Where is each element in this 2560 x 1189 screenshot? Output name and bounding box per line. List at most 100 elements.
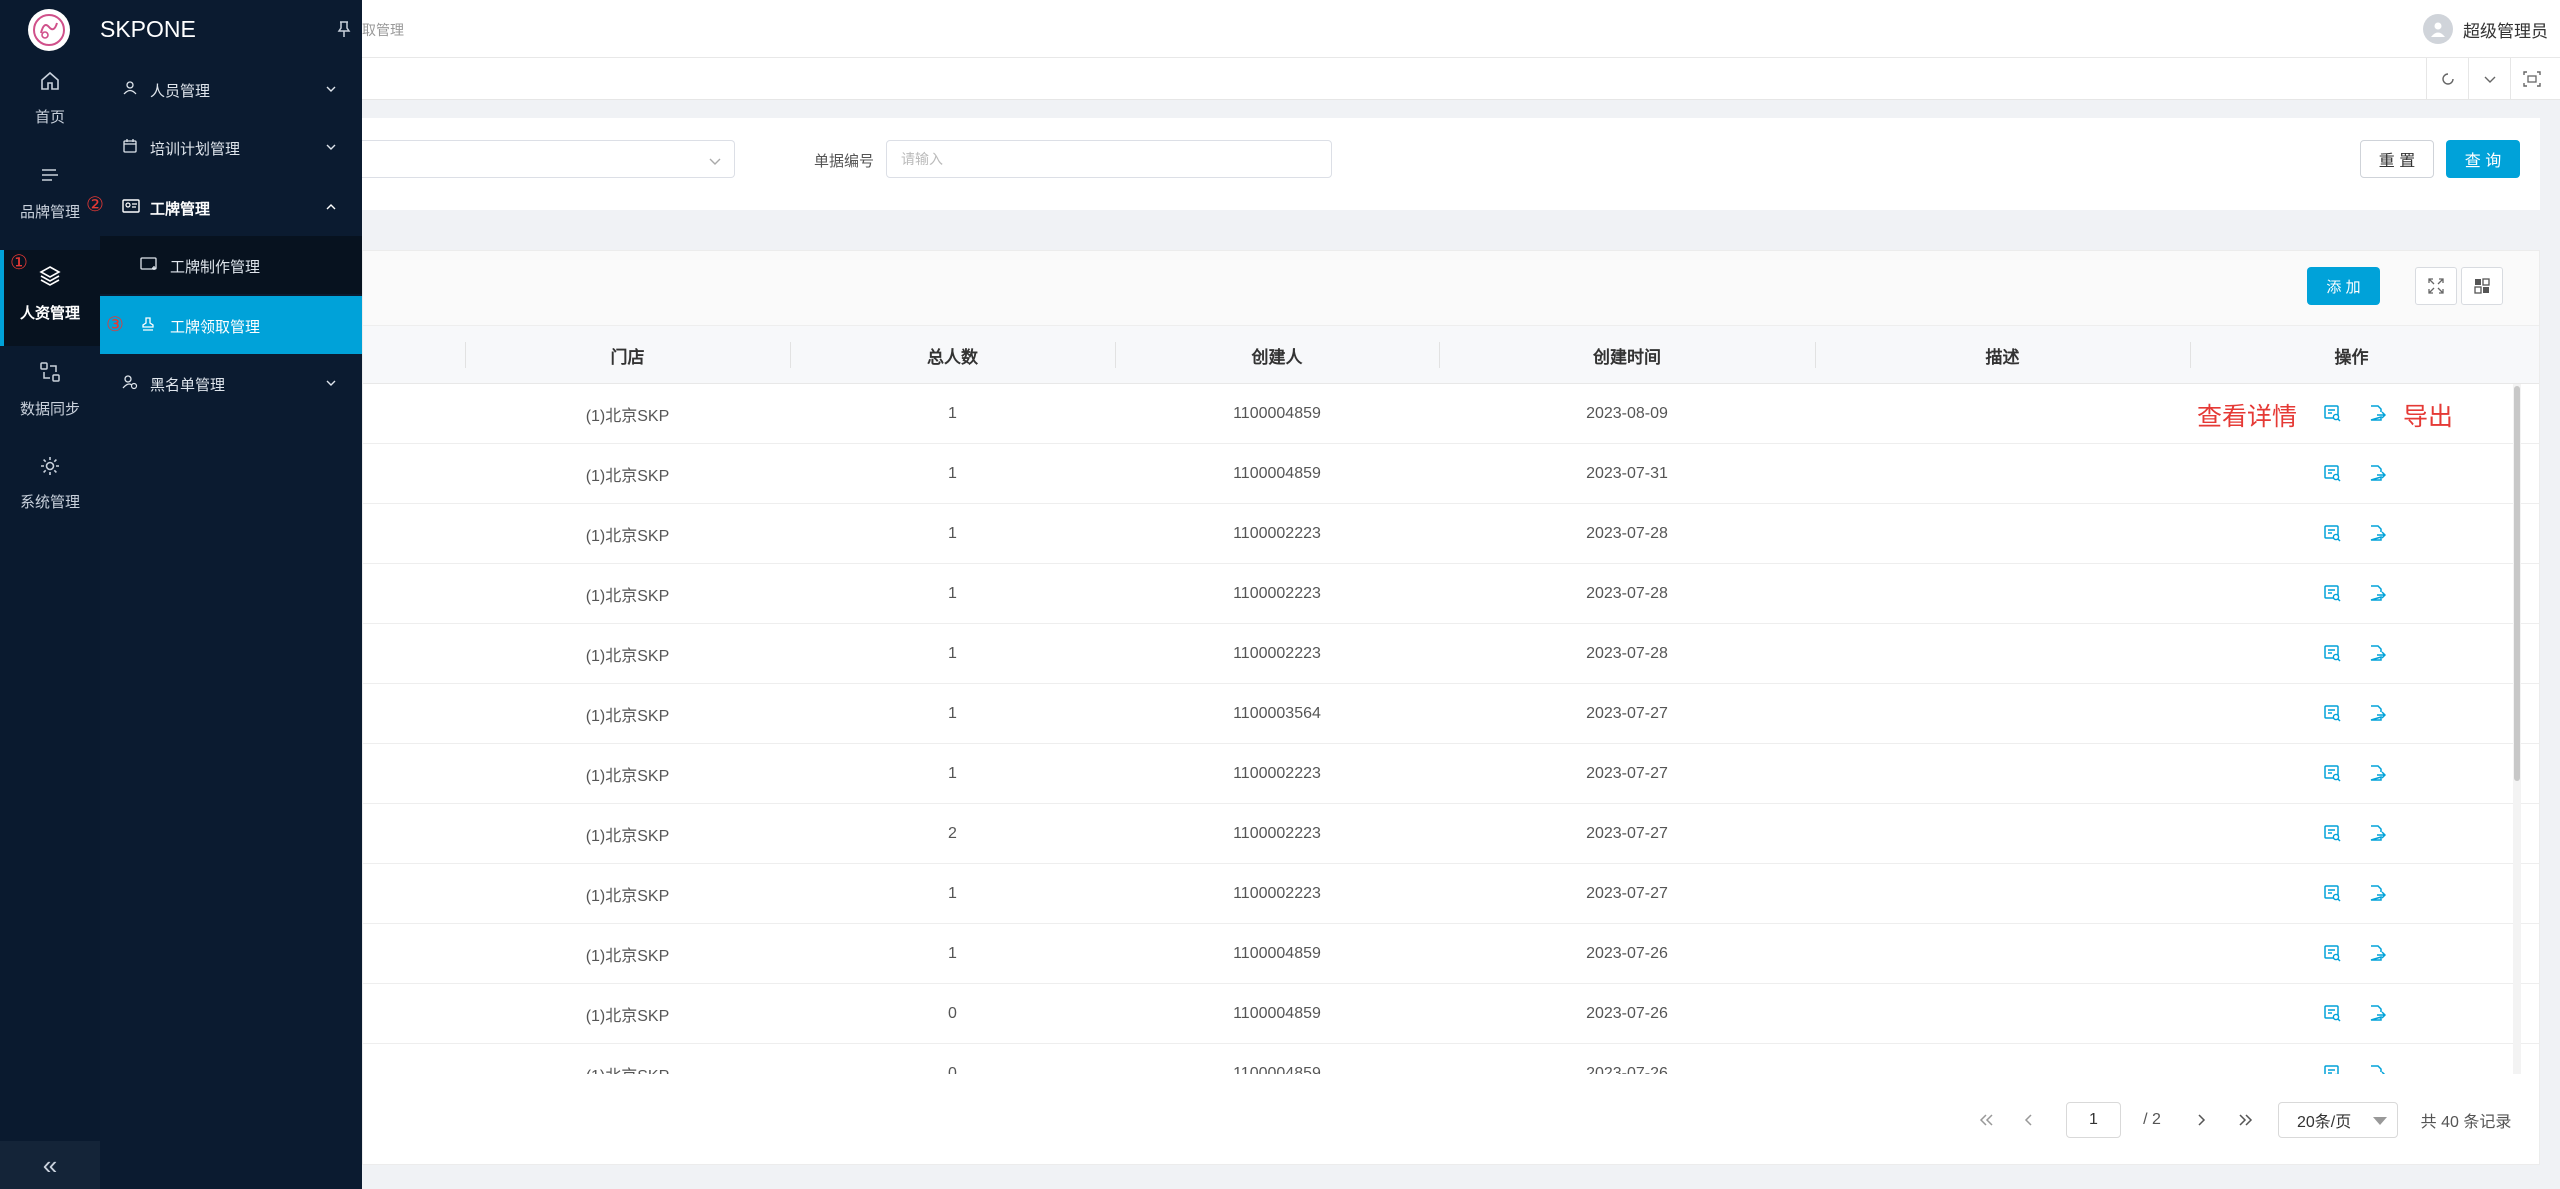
cell-store: (1)北京SKP <box>585 468 670 485</box>
view-detail-icon[interactable] <box>2323 884 2341 907</box>
export-icon[interactable] <box>2368 1064 2386 1074</box>
export-icon[interactable] <box>2368 704 2387 727</box>
next-page-button[interactable] <box>2189 1102 2215 1138</box>
page-number-input[interactable] <box>2066 1102 2121 1138</box>
add-button[interactable]: 添 加 <box>2307 267 2380 305</box>
export-icon[interactable] <box>2368 584 2387 607</box>
stamp-icon <box>142 317 154 331</box>
menu-item-training[interactable]: 培训计划管理 <box>100 118 362 176</box>
menu-item-badge[interactable]: 工牌管理 <box>100 178 362 236</box>
pin-icon[interactable] <box>336 20 352 38</box>
rail-item-system[interactable]: 系统管理 <box>0 455 100 545</box>
export-icon[interactable] <box>2368 404 2387 427</box>
gear-icon <box>41 457 59 475</box>
table-row[interactable]: (1)北京SKP 1 1100002223 2023-07-28 <box>363 564 2539 624</box>
fullscreen-icon <box>2522 71 2541 87</box>
view-detail-icon[interactable] <box>2323 944 2341 967</box>
table-scrollbar[interactable] <box>2513 384 2521 1074</box>
menu-item-badge-make[interactable]: 工牌制作管理 <box>100 236 362 294</box>
tab-dropdown-button[interactable] <box>2468 58 2510 100</box>
export-icon[interactable] <box>2368 824 2387 847</box>
table-toolbar: 添 加 <box>363 251 2539 326</box>
table-card: 添 加 门店 总人数 创建人 创建时间 描述 操作 (1)北京SKP 1 11000… <box>362 250 2540 1165</box>
prev-page-button[interactable] <box>2015 1102 2041 1138</box>
top-bar: 取管理 超级管理员 <box>362 0 2560 58</box>
page-size-select[interactable]: 20条/页 <box>2278 1102 2398 1138</box>
reset-button[interactable]: 重 置 <box>2360 140 2434 178</box>
export-icon[interactable] <box>2368 644 2387 667</box>
query-button[interactable]: 查 询 <box>2446 140 2520 178</box>
table-row[interactable]: (1)北京SKP 1 1100002223 2023-07-27 <box>363 864 2539 924</box>
rail-item-home[interactable]: 首页 <box>0 70 100 160</box>
app-logo[interactable] <box>28 9 70 51</box>
first-page-button[interactable] <box>1973 1102 1999 1138</box>
cell-store: (1)北京SKP <box>585 648 670 665</box>
cell-desc <box>1815 444 2190 504</box>
cell-store: (1)北京SKP <box>585 408 670 425</box>
table-row[interactable]: (1)北京SKP 1 1100002223 2023-07-28 <box>363 504 2539 564</box>
menu-item-staff[interactable]: 人员管理 <box>100 60 362 118</box>
export-icon[interactable] <box>2368 944 2387 967</box>
table-row[interactable]: (1)北京SKP 1 1100004859 2023-07-26 <box>363 924 2539 984</box>
double-chevron-right-icon <box>2239 1114 2253 1126</box>
brand-header: SKPONE <box>100 0 362 58</box>
menu-item-badge-receive[interactable]: 工牌领取管理 <box>100 296 362 354</box>
annotation-view-detail: 查看详情 <box>2197 403 2298 431</box>
column-settings-button[interactable] <box>2461 267 2503 305</box>
table-row[interactable]: (1)北京SKP 1 1100003564 2023-07-27 <box>363 684 2539 744</box>
table-row[interactable]: (1)北京SKP 0 1100004859 2023-07-26 <box>363 1044 2539 1074</box>
cell-store: (1)北京SKP <box>585 888 670 905</box>
cell-desc <box>1815 564 2190 624</box>
chevron-right-icon <box>2198 1114 2206 1126</box>
export-icon[interactable] <box>2368 884 2387 907</box>
view-detail-icon[interactable] <box>2323 584 2341 607</box>
col-desc: 描述 <box>1985 347 2020 367</box>
expand-table-button[interactable] <box>2415 267 2457 305</box>
view-detail-icon[interactable] <box>2323 824 2341 847</box>
total-records: 共 40 条记录 <box>2420 1114 2512 1131</box>
fullscreen-button[interactable] <box>2510 58 2552 100</box>
view-detail-icon[interactable] <box>2323 764 2341 787</box>
view-detail-icon[interactable] <box>2323 1004 2341 1027</box>
rail-item-brand[interactable]: 品牌管理 <box>0 165 100 255</box>
cell-creator: 1100002223 <box>1233 825 1321 842</box>
doc-no-input[interactable] <box>886 140 1332 178</box>
table-row[interactable]: (1)北京SKP 1 1100002223 2023-07-28 <box>363 624 2539 684</box>
view-detail-icon[interactable] <box>2323 464 2341 487</box>
export-icon[interactable] <box>2368 524 2387 547</box>
menu-item-blacklist[interactable]: 黑名单管理 <box>100 354 362 412</box>
export-icon[interactable] <box>2368 464 2387 487</box>
view-detail-icon[interactable] <box>2323 404 2341 427</box>
view-detail-icon[interactable] <box>2323 704 2341 727</box>
table-row[interactable]: (1)北京SKP 2 1100002223 2023-07-27 <box>363 804 2539 864</box>
cell-total: 1 <box>948 645 957 662</box>
chevron-down-icon <box>326 86 336 92</box>
calendar-icon <box>123 139 137 153</box>
filter-select[interactable] <box>362 140 735 178</box>
cell-desc <box>1815 1044 2190 1074</box>
double-chevron-left-icon <box>1979 1114 1993 1126</box>
cell-total: 1 <box>948 465 957 482</box>
cell-created: 2023-07-26 <box>1586 1065 1668 1074</box>
refresh-tab-button[interactable] <box>2426 58 2468 100</box>
rail-item-sync[interactable]: 数据同步 <box>0 360 100 450</box>
view-detail-icon[interactable] <box>2323 644 2341 667</box>
table-row[interactable]: (1)北京SKP 0 1100004859 2023-07-26 <box>363 984 2539 1044</box>
export-icon[interactable] <box>2368 764 2387 787</box>
view-detail-icon[interactable] <box>2323 524 2341 547</box>
table-row[interactable]: (1)北京SKP 1 1100004859 2023-07-31 <box>363 444 2539 504</box>
user-menu[interactable]: 超级管理员 <box>2423 14 2548 44</box>
last-page-button[interactable] <box>2233 1102 2259 1138</box>
cell-creator: 1100002223 <box>1233 525 1321 542</box>
cell-store: (1)北京SKP <box>465 1044 790 1074</box>
view-detail-icon[interactable] <box>2323 1064 2341 1074</box>
scrollbar-thumb[interactable] <box>2514 386 2520 781</box>
table-row[interactable]: (1)北京SKP 1 1100002223 2023-07-27 <box>363 744 2539 804</box>
cell-created: 2023-07-31 <box>1586 465 1668 482</box>
cell-created: 2023-07-28 <box>1586 645 1668 662</box>
export-icon[interactable] <box>2368 1004 2387 1027</box>
sidebar-collapse-button[interactable]: « <box>0 1141 100 1189</box>
cell-total: 0 <box>948 1005 957 1022</box>
col-total: 总人数 <box>927 347 978 367</box>
doc-no-label: 单据编号 <box>814 153 875 170</box>
